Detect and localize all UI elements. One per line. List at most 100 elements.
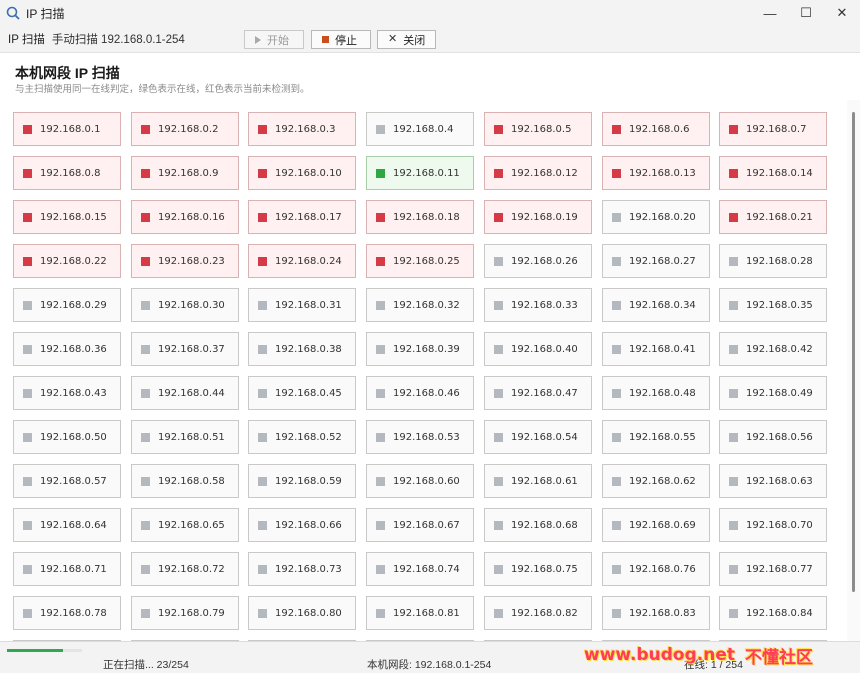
ip-cell[interactable]: 192.168.0.62 [602, 464, 710, 498]
ip-cell[interactable]: 192.168.0.69 [602, 508, 710, 542]
ip-cell[interactable]: 192.168.0.18 [366, 200, 474, 234]
ip-cell[interactable]: 192.168.0.8 [13, 156, 121, 190]
ip-cell[interactable]: 192.168.0.5 [484, 112, 592, 146]
ip-cell[interactable]: 192.168.0.24 [248, 244, 356, 278]
ip-cell[interactable]: 192.168.0.73 [248, 552, 356, 586]
stop-button[interactable]: 停止 [311, 30, 371, 49]
ip-cell[interactable]: 192.168.0.16 [131, 200, 239, 234]
ip-cell[interactable]: 192.168.0.15 [13, 200, 121, 234]
ip-cell[interactable]: 192.168.0.55 [602, 420, 710, 454]
ip-address-label: 192.168.0.18 [393, 211, 460, 223]
ip-cell[interactable]: 192.168.0.81 [366, 596, 474, 630]
ip-cell[interactable]: 192.168.0.67 [366, 508, 474, 542]
ip-cell[interactable]: 192.168.0.7 [719, 112, 827, 146]
ip-cell[interactable]: 192.168.0.59 [248, 464, 356, 498]
ip-cell[interactable]: 192.168.0.44 [131, 376, 239, 410]
ip-cell[interactable]: 192.168.0.56 [719, 420, 827, 454]
maximize-button[interactable]: ☐ [788, 0, 824, 26]
ip-cell[interactable]: 192.168.0.41 [602, 332, 710, 366]
minimize-button[interactable]: — [752, 0, 788, 26]
ip-cell[interactable]: 192.168.0.48 [602, 376, 710, 410]
ip-cell[interactable]: 192.168.0.66 [248, 508, 356, 542]
ip-cell[interactable]: 192.168.0.33 [484, 288, 592, 322]
window-close-button[interactable]: ✕ [824, 0, 860, 26]
ip-cell[interactable]: 192.168.0.29 [13, 288, 121, 322]
ip-cell[interactable]: 192.168.0.42 [719, 332, 827, 366]
ip-cell[interactable]: 192.168.0.43 [13, 376, 121, 410]
ip-cell[interactable]: 192.168.0.45 [248, 376, 356, 410]
ip-cell[interactable]: 192.168.0.51 [131, 420, 239, 454]
ip-cell[interactable]: 192.168.0.21 [719, 200, 827, 234]
ip-cell[interactable]: 192.168.0.28 [719, 244, 827, 278]
ip-cell[interactable]: 192.168.0.30 [131, 288, 239, 322]
ip-cell[interactable]: 192.168.0.68 [484, 508, 592, 542]
ip-cell[interactable]: 192.168.0.63 [719, 464, 827, 498]
ip-cell[interactable]: 192.168.0.32 [366, 288, 474, 322]
ip-address-label: 192.168.0.29 [40, 299, 107, 311]
status-indicator-icon [729, 608, 738, 618]
ip-cell[interactable]: 192.168.0.52 [248, 420, 356, 454]
ip-cell[interactable]: 192.168.0.61 [484, 464, 592, 498]
ip-cell[interactable]: 192.168.0.76 [602, 552, 710, 586]
ip-cell[interactable]: 192.168.0.58 [131, 464, 239, 498]
ip-cell[interactable]: 192.168.0.80 [248, 596, 356, 630]
ip-cell[interactable]: 192.168.0.2 [131, 112, 239, 146]
ip-cell[interactable]: 192.168.0.23 [131, 244, 239, 278]
ip-cell[interactable]: 192.168.0.9 [131, 156, 239, 190]
ip-cell[interactable]: 192.168.0.82 [484, 596, 592, 630]
ip-cell[interactable]: 192.168.0.37 [131, 332, 239, 366]
ip-grid: 192.168.0.1 192.168.0.2 192.168.0.3 192.168… [0, 100, 846, 641]
ip-cell[interactable]: 192.168.0.14 [719, 156, 827, 190]
start-button[interactable]: 开始 [244, 30, 304, 49]
ip-cell[interactable]: 192.168.0.35 [719, 288, 827, 322]
ip-cell[interactable]: 192.168.0.6 [602, 112, 710, 146]
ip-cell[interactable]: 192.168.0.20 [602, 200, 710, 234]
ip-address-label: 192.168.0.56 [746, 431, 813, 443]
ip-cell[interactable]: 192.168.0.11 [366, 156, 474, 190]
ip-cell[interactable]: 192.168.0.4 [366, 112, 474, 146]
status-indicator-icon [729, 256, 738, 266]
ip-cell[interactable]: 192.168.0.71 [13, 552, 121, 586]
ip-cell[interactable]: 192.168.0.31 [248, 288, 356, 322]
close-button[interactable]: ✕ 关闭 [377, 30, 436, 49]
ip-cell[interactable]: 192.168.0.72 [131, 552, 239, 586]
ip-cell[interactable]: 192.168.0.54 [484, 420, 592, 454]
status-indicator-icon [141, 388, 150, 398]
ip-cell[interactable]: 192.168.0.79 [131, 596, 239, 630]
ip-cell[interactable]: 192.168.0.49 [719, 376, 827, 410]
ip-cell[interactable]: 192.168.0.17 [248, 200, 356, 234]
ip-cell[interactable]: 192.168.0.70 [719, 508, 827, 542]
ip-cell[interactable]: 192.168.0.10 [248, 156, 356, 190]
ip-cell[interactable]: 192.168.0.26 [484, 244, 592, 278]
ip-cell[interactable]: 192.168.0.12 [484, 156, 592, 190]
ip-cell[interactable]: 192.168.0.65 [131, 508, 239, 542]
ip-cell[interactable]: 192.168.0.39 [366, 332, 474, 366]
ip-cell[interactable]: 192.168.0.27 [602, 244, 710, 278]
ip-cell[interactable]: 192.168.0.75 [484, 552, 592, 586]
ip-cell[interactable]: 192.168.0.64 [13, 508, 121, 542]
ip-cell[interactable]: 192.168.0.25 [366, 244, 474, 278]
ip-cell[interactable]: 192.168.0.13 [602, 156, 710, 190]
ip-cell[interactable]: 192.168.0.50 [13, 420, 121, 454]
ip-cell[interactable]: 192.168.0.84 [719, 596, 827, 630]
ip-cell[interactable]: 192.168.0.83 [602, 596, 710, 630]
ip-cell[interactable]: 192.168.0.38 [248, 332, 356, 366]
ip-cell[interactable]: 192.168.0.3 [248, 112, 356, 146]
ip-cell[interactable]: 192.168.0.47 [484, 376, 592, 410]
ip-cell[interactable]: 192.168.0.36 [13, 332, 121, 366]
status-indicator-icon [141, 564, 150, 574]
ip-cell[interactable]: 192.168.0.74 [366, 552, 474, 586]
ip-cell[interactable]: 192.168.0.22 [13, 244, 121, 278]
ip-cell[interactable]: 192.168.0.60 [366, 464, 474, 498]
ip-cell[interactable]: 192.168.0.19 [484, 200, 592, 234]
ip-cell[interactable]: 192.168.0.78 [13, 596, 121, 630]
ip-cell[interactable]: 192.168.0.1 [13, 112, 121, 146]
ip-cell[interactable]: 192.168.0.40 [484, 332, 592, 366]
scrollbar-thumb[interactable] [852, 112, 855, 592]
ip-cell[interactable]: 192.168.0.34 [602, 288, 710, 322]
vertical-scrollbar[interactable] [847, 100, 860, 641]
ip-cell[interactable]: 192.168.0.57 [13, 464, 121, 498]
ip-cell[interactable]: 192.168.0.53 [366, 420, 474, 454]
ip-cell[interactable]: 192.168.0.46 [366, 376, 474, 410]
ip-cell[interactable]: 192.168.0.77 [719, 552, 827, 586]
